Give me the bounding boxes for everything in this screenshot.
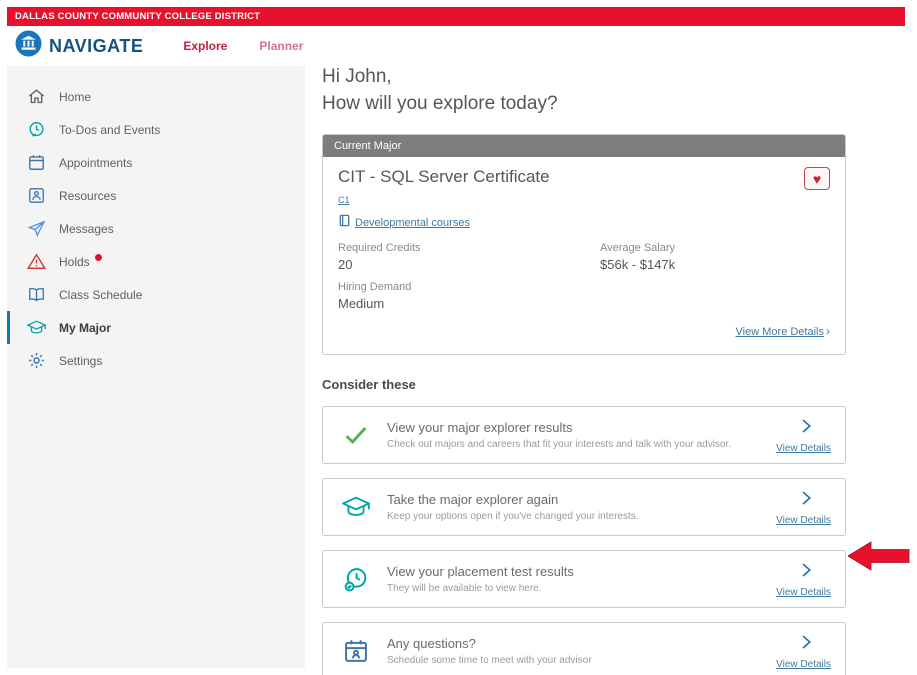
brand: NAVIGATE [7,30,143,62]
developmental-courses-link[interactable]: Developmental courses [355,217,470,229]
paper-plane-icon [27,219,46,238]
gear-icon [27,351,46,370]
sidebar-item-messages[interactable]: Messages [7,212,305,245]
current-major-body: CIT - SQL Server Certificate ♥ C1 Develo… [323,157,845,354]
card-major-explorer-again[interactable]: Take the major explorer again Keep your … [322,478,846,536]
major-title: CIT - SQL Server Certificate [338,167,550,187]
card-subtitle: Schedule some time to meet with your adv… [387,655,767,666]
sidebar-item-resources[interactable]: Resources [7,179,305,212]
card-subtitle: They will be available to view here. [387,583,767,594]
annotation-arrow-icon [848,540,910,572]
navigate-logo-icon [15,30,42,62]
card-title: View your placement test results [387,564,767,579]
major-stats: Required Credits 20 Average Salary $56k … [338,242,830,320]
sidebar-item-label: Settings [59,354,102,368]
check-icon [341,420,371,450]
top-nav: Explore Planner [183,39,303,53]
current-major-header: Current Major [323,135,845,157]
open-book-icon [27,285,46,304]
chevron-right-icon[interactable] [797,633,815,656]
sidebar-item-label: To-Dos and Events [59,123,160,137]
greeting: Hi John, How will you explore today? [322,64,846,117]
tab-explore[interactable]: Explore [183,39,227,53]
card-major-explorer-results[interactable]: View your major explorer results Check o… [322,406,846,464]
stat-required-credits: Required Credits 20 [338,242,600,281]
card-title: Take the major explorer again [387,492,767,507]
sidebar-item-label: Class Schedule [59,288,142,302]
stat-hiring-demand: Hiring Demand Medium [338,281,600,320]
stat-average-salary: Average Salary $56k - $147k [600,242,830,281]
chevron-right-icon: › [826,324,830,338]
app-header: NAVIGATE Explore Planner [7,26,905,66]
sidebar-item-label: My Major [59,321,111,335]
view-more-details-link[interactable]: View More Details [736,326,824,338]
view-details-link[interactable]: View Details [776,659,831,670]
sidebar-item-label: Messages [59,222,114,236]
holds-notification-badge [95,254,102,261]
card-subtitle: Keep your options open if you've changed… [387,511,767,522]
favorite-heart-icon[interactable]: ♥ [804,167,830,190]
tab-planner[interactable]: Planner [259,39,303,53]
consider-these-heading: Consider these [322,377,846,392]
main-content: Hi John, How will you explore today? Cur… [322,64,846,675]
card-title: View your major explorer results [387,420,767,435]
sidebar-item-appointments[interactable]: Appointments [7,146,305,179]
sidebar-item-home[interactable]: Home [7,80,305,113]
warning-triangle-icon [27,252,46,271]
view-details-link[interactable]: View Details [776,587,831,598]
sidebar-item-holds[interactable]: Holds [7,245,305,278]
sidebar-item-label: Home [59,90,91,104]
greeting-line1: Hi John, [322,64,846,91]
card-title: Any questions? [387,636,767,651]
grad-cap-icon [27,318,46,337]
sidebar-item-settings[interactable]: Settings [7,344,305,377]
grad-cap-icon [341,492,371,522]
chevron-right-icon[interactable] [797,561,815,584]
sidebar-item-class-schedule[interactable]: Class Schedule [7,278,305,311]
view-details-link[interactable]: View Details [776,443,831,454]
calendar-icon [27,153,46,172]
calendar-person-icon [341,636,371,666]
sidebar-item-label: Holds [59,255,90,269]
sidebar-item-my-major[interactable]: My Major [7,311,305,344]
card-subtitle: Check out majors and careers that fit yo… [387,439,767,450]
clock-check-icon [341,564,371,594]
home-icon [27,87,46,106]
district-banner-text: DALLAS COUNTY COMMUNITY COLLEGE DISTRICT [15,11,260,22]
page: DALLAS COUNTY COMMUNITY COLLEGE DISTRICT… [0,0,917,675]
district-banner: DALLAS COUNTY COMMUNITY COLLEGE DISTRICT [7,7,905,26]
card-any-questions[interactable]: Any questions? Schedule some time to mee… [322,622,846,675]
book-small-icon [338,214,351,232]
view-details-link[interactable]: View Details [776,515,831,526]
sidebar-item-label: Appointments [59,156,132,170]
major-code-link[interactable]: C1 [338,195,350,205]
card-placement-test-results[interactable]: View your placement test results They wi… [322,550,846,608]
brand-name: NAVIGATE [49,36,143,57]
current-major-card: Current Major CIT - SQL Server Certifica… [322,134,846,355]
sidebar: Home To-Dos and Events Appointments Reso… [7,66,305,668]
greeting-line2: How will you explore today? [322,91,846,118]
sidebar-item-todos-and-events[interactable]: To-Dos and Events [7,113,305,146]
todos-clock-icon [27,120,46,139]
sidebar-item-label: Resources [59,189,116,203]
person-card-icon [27,186,46,205]
chevron-right-icon[interactable] [797,489,815,512]
chevron-right-icon[interactable] [797,417,815,440]
